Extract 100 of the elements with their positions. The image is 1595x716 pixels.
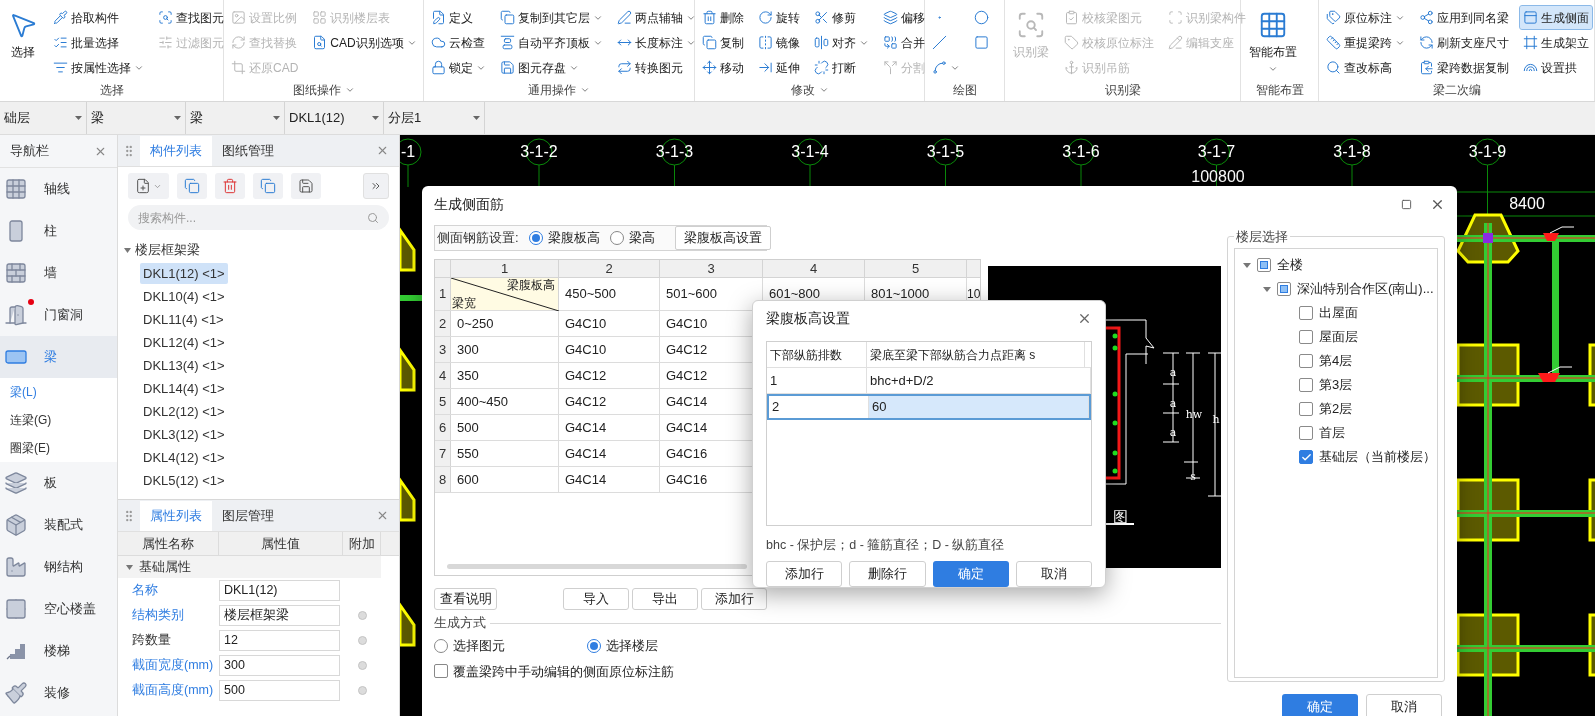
nav-item[interactable]: 装修 — [0, 672, 117, 714]
property-value-field[interactable]: 楼层框架梁 — [219, 605, 340, 626]
tree-item[interactable]: 深汕特别合作区(南山)... — [1235, 277, 1437, 301]
tool-button[interactable]: 旋转 — [755, 6, 803, 29]
tool-button[interactable]: 对齐 — [811, 31, 872, 54]
tree-item[interactable]: DKL11(4) <1> — [140, 308, 227, 331]
tree-item[interactable]: 基础层（当前楼层） — [1235, 445, 1437, 469]
close-icon[interactable] — [376, 144, 389, 157]
tree-item[interactable]: DKL4(12) <1> — [140, 446, 228, 469]
tool-button[interactable]: 修剪 — [811, 6, 872, 29]
nav-item[interactable]: 装配式 — [0, 504, 117, 546]
nav-item[interactable]: 门窗洞 — [0, 294, 117, 336]
dropdown[interactable]: 分层1 — [384, 102, 485, 134]
maximize-icon[interactable] — [1401, 198, 1412, 210]
dialog-button[interactable]: 导出 — [632, 588, 698, 610]
tool-button[interactable]: 查找图元 — [155, 6, 227, 29]
radio-button[interactable]: 选择楼层 — [587, 636, 658, 656]
tree-item[interactable]: 全楼 — [1235, 253, 1437, 277]
tree-item[interactable]: 第3层 — [1235, 373, 1437, 397]
tree-node[interactable]: 楼层框架梁 — [118, 238, 399, 262]
toolbar-button[interactable] — [128, 173, 169, 199]
tool-button[interactable]: 合并 — [880, 31, 928, 54]
nav-item[interactable]: 空心楼盖 — [0, 588, 117, 630]
tree-item[interactable]: 首层 — [1235, 421, 1437, 445]
tool-button[interactable]: 原位标注 — [1323, 6, 1408, 29]
tool-button[interactable]: 生成侧面 — [1520, 6, 1592, 29]
nav-item[interactable]: 梁 — [0, 336, 117, 378]
dialog-button[interactable]: 添加行 — [701, 588, 767, 610]
property-value-field[interactable]: DKL1(12) — [219, 580, 340, 601]
settings-button[interactable]: 梁腹板高设置 — [674, 226, 771, 250]
panel-tab[interactable]: 构件列表 — [140, 136, 212, 166]
nav-item[interactable]: 钢结构 — [0, 546, 117, 588]
caret-icon[interactable] — [1263, 286, 1271, 292]
toolbar-button[interactable] — [291, 173, 321, 199]
tool-button[interactable]: 刷新支座尺寸 — [1416, 31, 1512, 54]
tool-button[interactable]: 重提梁跨 — [1323, 31, 1408, 54]
property-value-field[interactable]: 12 — [219, 630, 340, 651]
tool-button[interactable]: 删除 — [699, 6, 747, 29]
nav-item[interactable]: 楼梯 — [0, 630, 117, 672]
dropdown[interactable]: 梁 — [87, 102, 186, 134]
toolbar-button[interactable] — [215, 173, 245, 199]
tree-item[interactable]: DKL1(12) <1> — [140, 262, 228, 285]
tool-button[interactable]: 梁跨数据复制 — [1416, 56, 1512, 79]
tool-button[interactable]: 生成架立 — [1520, 31, 1592, 54]
nav-item[interactable]: 墙 — [0, 252, 117, 294]
toolbar-button[interactable] — [177, 173, 207, 199]
property-group[interactable]: 基础属性 — [118, 556, 381, 578]
nav-item[interactable]: 板 — [0, 462, 117, 504]
tool-button[interactable]: 定义 — [428, 6, 489, 29]
property-value-field[interactable]: 500 — [219, 680, 340, 701]
dialog-button[interactable]: 取消 — [1366, 694, 1442, 716]
tree-item[interactable]: 出屋面 — [1235, 301, 1437, 325]
checkbox[interactable]: 覆盖梁跨中手动编辑的侧面原位标注筋 — [434, 661, 1221, 681]
dialog-button[interactable]: 删除行 — [849, 561, 926, 587]
dropdown[interactable]: 础层 — [0, 102, 87, 134]
tool-button[interactable]: 拾取构件 — [50, 6, 147, 29]
tree-item[interactable]: DKL10(4) <1> — [140, 285, 228, 308]
radio-button[interactable] — [357, 661, 367, 670]
tree-item[interactable]: 屋面层 — [1235, 325, 1437, 349]
search-field[interactable]: 搜索构件... — [128, 205, 389, 230]
dialog-button[interactable]: 确定 — [932, 561, 1009, 587]
tool-button[interactable]: 复制到其它层 — [497, 6, 606, 29]
tool-button[interactable]: 长度标注 — [614, 31, 699, 54]
tree-item[interactable]: DKL5(12) <1> — [140, 469, 228, 492]
radio-button[interactable]: 梁腹板高 — [528, 228, 600, 248]
tool-button[interactable]: 批量选择 — [50, 31, 147, 54]
table-row[interactable]: 1 bhc+d+D/2 — [767, 368, 1091, 394]
search-input[interactable]: 搜索构件... — [138, 208, 367, 227]
tool-button[interactable]: 图元存盘 — [497, 56, 606, 79]
radio-button[interactable] — [357, 611, 367, 620]
tree-item[interactable]: 第2层 — [1235, 397, 1437, 421]
toolbar-button[interactable] — [253, 173, 283, 199]
dialog-button[interactable]: 添加行 — [766, 561, 843, 587]
tool-button[interactable]: 延伸 — [755, 56, 803, 79]
tool-button[interactable]: 打断 — [811, 56, 872, 79]
dialog-button[interactable]: 导入 — [563, 588, 629, 610]
tree-item[interactable]: 第4层 — [1235, 349, 1437, 373]
panel-tab[interactable]: 属性列表 — [140, 501, 212, 531]
close-icon[interactable] — [376, 509, 389, 522]
radio-button[interactable]: 梁高 — [609, 228, 655, 248]
tool-button[interactable]: 锁定 — [428, 56, 489, 79]
tree-item[interactable]: DKL12(4) <1> — [140, 331, 228, 354]
panel-tab[interactable]: 图纸管理 — [212, 136, 284, 166]
tree-item[interactable]: DKL2(12) <1> — [140, 400, 228, 423]
tool-button[interactable]: 云检查 — [428, 31, 489, 54]
tool-button[interactable]: 应用到同名梁 — [1416, 6, 1512, 29]
tool-button[interactable]: 设置拱 — [1520, 56, 1592, 79]
radio-button[interactable] — [357, 636, 367, 645]
panel-tab[interactable]: 图层管理 — [212, 501, 284, 531]
dialog-button[interactable]: 确定 — [1282, 694, 1358, 716]
property-value-field[interactable]: 300 — [219, 655, 340, 676]
tool-button[interactable]: 按属性选择 — [50, 56, 147, 79]
nav-subitem[interactable]: 圈梁(E) — [0, 434, 117, 462]
tool-button[interactable]: 自动平齐顶板 — [497, 31, 606, 54]
dialog-button[interactable]: 取消 — [1015, 561, 1092, 587]
tool-button[interactable]: 镜像 — [755, 31, 803, 54]
dialog-button[interactable]: 查看说明 — [434, 588, 497, 610]
tree-item[interactable]: DKL14(4) <1> — [140, 377, 228, 400]
more-button[interactable] — [363, 173, 389, 199]
tree-item[interactable]: DKL13(4) <1> — [140, 354, 228, 377]
